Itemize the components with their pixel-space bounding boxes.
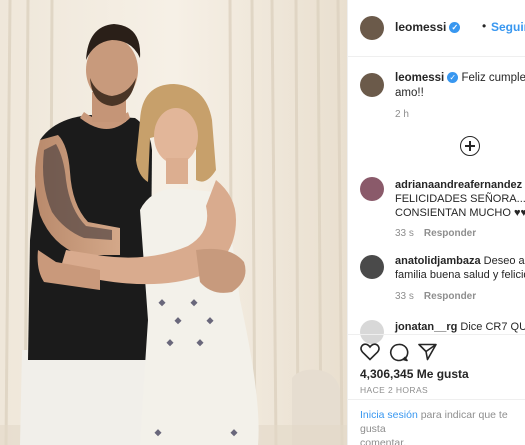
comment-avatar[interactable] — [360, 177, 384, 201]
login-bar: Inicia sesión para indicar que te gusta … — [348, 399, 525, 445]
comment-line1: Dice CR7 QUE — [460, 321, 525, 333]
reply-button[interactable]: Responder — [424, 228, 476, 239]
verified-badge-icon: ✓ — [447, 72, 459, 83]
caption-line1: Feliz cumple, m — [461, 72, 525, 84]
caption-avatar[interactable] — [360, 73, 384, 97]
caption-username[interactable]: leomessi — [395, 72, 444, 84]
share-icon[interactable] — [418, 343, 437, 361]
comment-username[interactable]: adrianaandreafernandez — [395, 179, 522, 191]
comment-time: 33 s — [395, 228, 414, 239]
verified-badge-icon: ✓ — [449, 22, 461, 33]
comment-line2: CONSIENTAN MUCHO ♥♥♥ — [395, 207, 525, 219]
login-text-2: comentar. — [360, 437, 407, 445]
comment-avatar[interactable] — [360, 255, 384, 279]
comment-text: adrianaandreafernandez FELICIDADES SEÑOR… — [395, 178, 525, 220]
comment-username[interactable]: anatolidjambaza — [395, 255, 481, 267]
caption-line2: amo!! — [395, 87, 424, 99]
author-username[interactable]: leomessi ✓ — [395, 20, 461, 34]
post-actions: 4,306,345 Me gusta HACE 2 HORAS Inicia s… — [348, 334, 525, 445]
comment-username[interactable]: jonatan__rg — [395, 321, 457, 333]
caption-text: leomessi✓ Feliz cumple, m amo!! — [395, 71, 525, 101]
comment-icon[interactable] — [389, 343, 409, 362]
photo-image — [0, 0, 347, 445]
comment-line1: FELICIDADES SEÑORA... Q — [395, 193, 525, 205]
comment-text: anatolidjambaza Deseo a to familia buena… — [395, 254, 525, 282]
follow-button[interactable]: Seguir — [491, 20, 525, 34]
reply-button[interactable]: Responder — [424, 291, 476, 302]
caption-time: 2 h — [395, 109, 409, 120]
load-more-comments-icon[interactable] — [460, 136, 480, 156]
login-prompt: Inicia sesión para indicar que te gusta … — [360, 408, 525, 445]
comment-text: jonatan__rg Dice CR7 QUE — [395, 320, 525, 334]
post-time-ago: HACE 2 HORAS — [360, 385, 429, 395]
instagram-post-embed: leomessi ✓ • Seguir leomessi ✓ Feliz cumpl… — [0, 0, 525, 445]
like-count[interactable]: 4,306,345 Me gusta — [360, 367, 469, 381]
post-side-panel: leomessi ✓ • Seguir leomessi ✓ Feliz cumpl… — [347, 0, 525, 445]
header-separator: • — [482, 19, 487, 33]
post-photo[interactable] — [0, 0, 347, 445]
author-avatar[interactable] — [360, 16, 384, 40]
post-header: leomessi ✓ • Seguir — [348, 0, 525, 57]
comment-meta: 33 s Responder — [395, 228, 476, 239]
login-link[interactable]: Inicia sesión — [360, 409, 418, 421]
comment-line1: Deseo a to — [483, 255, 525, 267]
comment-time: 33 s — [395, 291, 414, 302]
heart-icon[interactable] — [360, 343, 380, 361]
comment-meta: 33 s Responder — [395, 291, 476, 302]
comment-line2: familia buena salud y felicida — [395, 269, 525, 281]
